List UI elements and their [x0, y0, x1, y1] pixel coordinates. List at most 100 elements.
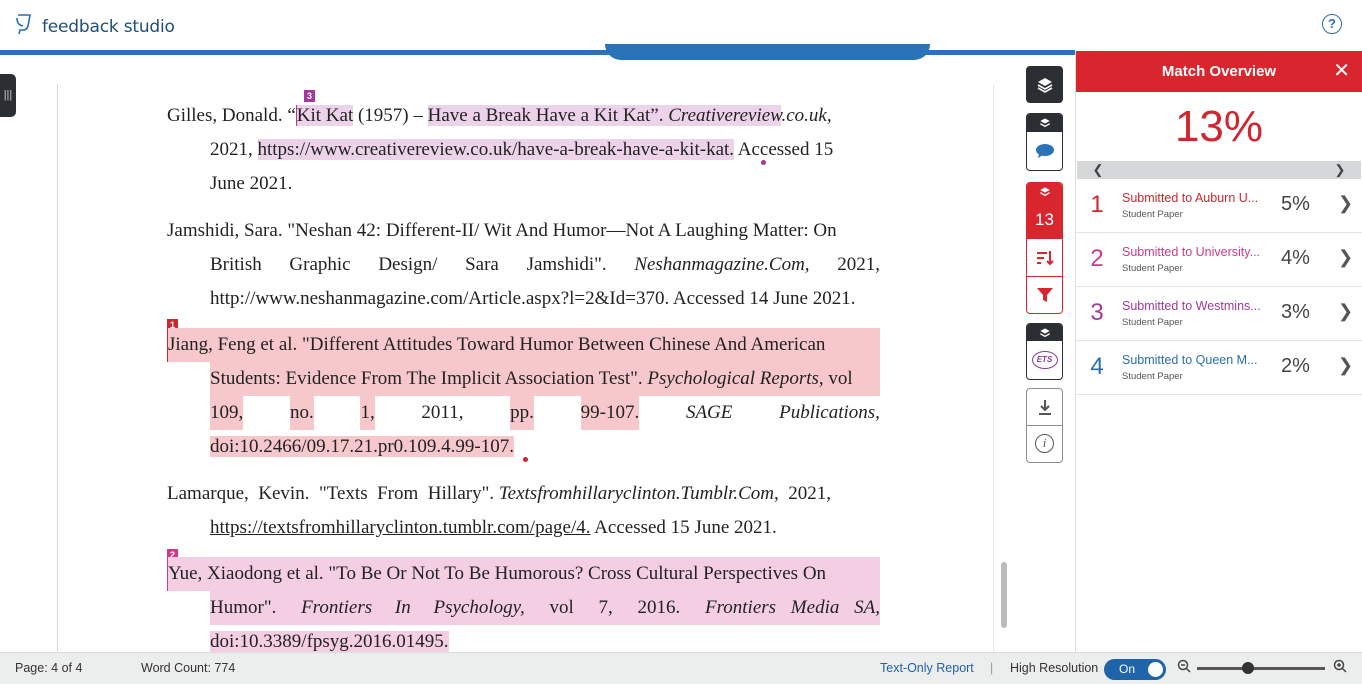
ref-word: Publications,	[779, 402, 880, 423]
ref-text: Accessed 15	[734, 139, 834, 160]
match-end-dot	[523, 457, 528, 462]
match-highlight[interactable]: pp.	[510, 396, 534, 430]
layers-button[interactable]	[1026, 66, 1063, 103]
match-highlight[interactable]: Creativereview	[668, 105, 782, 126]
match-highlight[interactable]: 109,	[210, 396, 244, 430]
comment-icon	[1035, 144, 1054, 158]
match-nav-bar: ❮ ❯	[1077, 161, 1361, 179]
document-scrollbar[interactable]	[1001, 562, 1007, 628]
accent-bar-wave	[605, 44, 930, 60]
match-type: Student Paper	[1122, 209, 1183, 220]
high-resolution-label: High Resolution	[1010, 661, 1099, 675]
zoom-slider-track[interactable]	[1197, 667, 1325, 670]
match-item[interactable]: 2 Submitted to University... Student Pap…	[1076, 233, 1362, 287]
match-number: 2	[1090, 245, 1104, 272]
match-highlight[interactable]: 99-107.	[580, 396, 640, 430]
match-highlight[interactable]: 1,	[360, 396, 375, 430]
ref-word: 2011,	[421, 402, 464, 423]
ets-button[interactable]: ETS	[1027, 341, 1062, 379]
match-type: Student Paper	[1122, 371, 1183, 382]
reference-line: 109, no. 1, 2011, pp. 99-107. SAGE Publi…	[167, 396, 880, 430]
chevron-right-icon[interactable]: ❯	[1338, 247, 1353, 268]
reference-line: Lamarque, Kevin. "Texts From Hillary". T…	[167, 477, 880, 511]
match-percentage: 2%	[1281, 355, 1310, 377]
filter-icon	[1036, 288, 1053, 302]
chevron-right-icon[interactable]: ❯	[1338, 193, 1353, 214]
ref-text: Gilles, Donald. “	[167, 105, 296, 126]
reference-line: Yue, Xiaodong et al. "To Be Or Not To Be…	[167, 557, 880, 591]
reference-line: doi:10.2466/09.17.21.pr0.109.4.99-107.	[167, 430, 880, 464]
match-highlight[interactable]: doi:10.2466/09.17.21.pr0.109.4.99-107.	[210, 436, 514, 457]
comment-layer-group	[1026, 113, 1063, 171]
match-highlight[interactable]: Humor". Frontiers In Psychology, vol 7, …	[210, 591, 880, 625]
reference-entry: 3 Gilles, Donald. “Kit Kat (1957) – Have…	[167, 90, 880, 201]
chevron-right-icon[interactable]: ❯	[1319, 161, 1361, 179]
app-logo[interactable]: feedback studio	[14, 12, 175, 41]
reference-line: Students: Evidence From The Implicit Ass…	[167, 362, 880, 396]
panel-header: Match Overview ✕	[1076, 51, 1362, 92]
status-bar: Page: 4 of 4 Word Count: 774 Text-Only R…	[0, 652, 1362, 684]
ref-word: Frontiers Media SA,	[704, 597, 880, 618]
page-right-edge	[993, 84, 994, 652]
zoom-slider-handle[interactable]	[1242, 662, 1255, 674]
sort-icon	[1036, 250, 1054, 265]
chevron-left-icon[interactable]: ❮	[1077, 161, 1119, 179]
match-highlight[interactable]: Kit Kat	[295, 105, 354, 126]
close-icon[interactable]: ✕	[1333, 51, 1350, 92]
match-percentage: 5%	[1281, 193, 1310, 215]
top-bar: feedback studio ?	[0, 0, 1362, 50]
match-source: Submitted to Auburn U...	[1122, 191, 1259, 205]
match-type: Student Paper	[1122, 263, 1183, 274]
chevron-right-icon[interactable]: ❯	[1338, 301, 1353, 322]
reference-line: Humor". Frontiers In Psychology, vol 7, …	[167, 591, 880, 625]
ref-word: Design/	[378, 254, 438, 275]
match-source: Submitted to Westmins...	[1122, 299, 1261, 313]
reference-line: http://www.neshanmagazine.com/Article.as…	[210, 288, 856, 309]
ref-text: , 2021,	[774, 483, 832, 504]
help-icon[interactable]: ?	[1322, 14, 1342, 34]
side-drawer-handle[interactable]: |||	[0, 74, 16, 117]
panel-title: Match Overview	[1161, 63, 1277, 80]
reference-line: https://textsfromhillaryclinton.tumblr.c…	[167, 511, 880, 545]
layers-small-icon	[1027, 114, 1062, 132]
zoom-in-icon[interactable]	[1333, 659, 1347, 676]
download-button[interactable]	[1027, 389, 1062, 426]
match-highlight[interactable]: Yue, Xiaodong et al. "To Be Or Not To Be…	[167, 557, 880, 591]
ref-word: Graphic	[289, 254, 351, 275]
ref-text: .co.uk,	[781, 105, 832, 126]
match-highlight[interactable]: Students: Evidence From The Implicit Ass…	[210, 362, 880, 396]
match-number: 4	[1090, 353, 1104, 380]
match-highlight[interactable]: Jiang, Feng et al. "Different Attitudes …	[167, 328, 880, 362]
utility-group: i	[1026, 388, 1063, 463]
ref-word: 2021,	[837, 254, 880, 275]
match-highlight[interactable]: https://www.creativereview.co.uk/have-a-…	[257, 139, 735, 160]
match-highlight[interactable]: no.	[289, 396, 314, 430]
comment-button[interactable]	[1027, 132, 1062, 170]
match-source: Submitted to University...	[1122, 245, 1261, 259]
reference-link[interactable]: https://textsfromhillaryclinton.tumblr.c…	[210, 517, 590, 538]
info-button[interactable]: i	[1027, 426, 1062, 463]
sort-button[interactable]	[1027, 239, 1062, 277]
match-item[interactable]: 4 Submitted to Queen M... Student Paper …	[1076, 341, 1362, 395]
match-highlight[interactable]: doi:10.3389/fpsyg.2016.01495.	[210, 631, 449, 652]
chevron-right-icon[interactable]: ❯	[1338, 355, 1353, 376]
match-overview-panel: Match Overview ✕ 13% ❮ ❯ 1 Submitted to …	[1075, 51, 1362, 652]
match-highlight[interactable]: Have a Break Have a Kit Kat”.	[427, 105, 669, 126]
reference-entry: 1 Jiang, Feng et al. "Different Attitude…	[167, 319, 880, 464]
status-separator: |	[990, 661, 994, 675]
text-only-report-link[interactable]: Text-Only Report	[880, 661, 974, 675]
reference-line: Jiang, Feng et al. "Different Attitudes …	[167, 328, 880, 362]
zoom-out-icon[interactable]	[1177, 659, 1191, 676]
ref-text: 2021,	[210, 139, 258, 160]
match-count-button[interactable]: 13	[1027, 201, 1062, 239]
match-source: Submitted to Queen M...	[1122, 353, 1258, 367]
word-count: Word Count: 774	[141, 661, 236, 675]
ref-text: Textsfromhillaryclinton.Tumblr.Com	[498, 483, 775, 504]
filter-button[interactable]	[1027, 277, 1062, 313]
match-item[interactable]: 3 Submitted to Westmins... Student Paper…	[1076, 287, 1362, 341]
match-item[interactable]: 1 Submitted to Auburn U... Student Paper…	[1076, 179, 1362, 233]
ref-word: 2016.	[637, 597, 681, 618]
high-resolution-toggle[interactable]: On	[1104, 659, 1166, 680]
ref-word: British	[210, 254, 262, 275]
ref-word: Neshanmagazine.Com,	[634, 254, 810, 275]
